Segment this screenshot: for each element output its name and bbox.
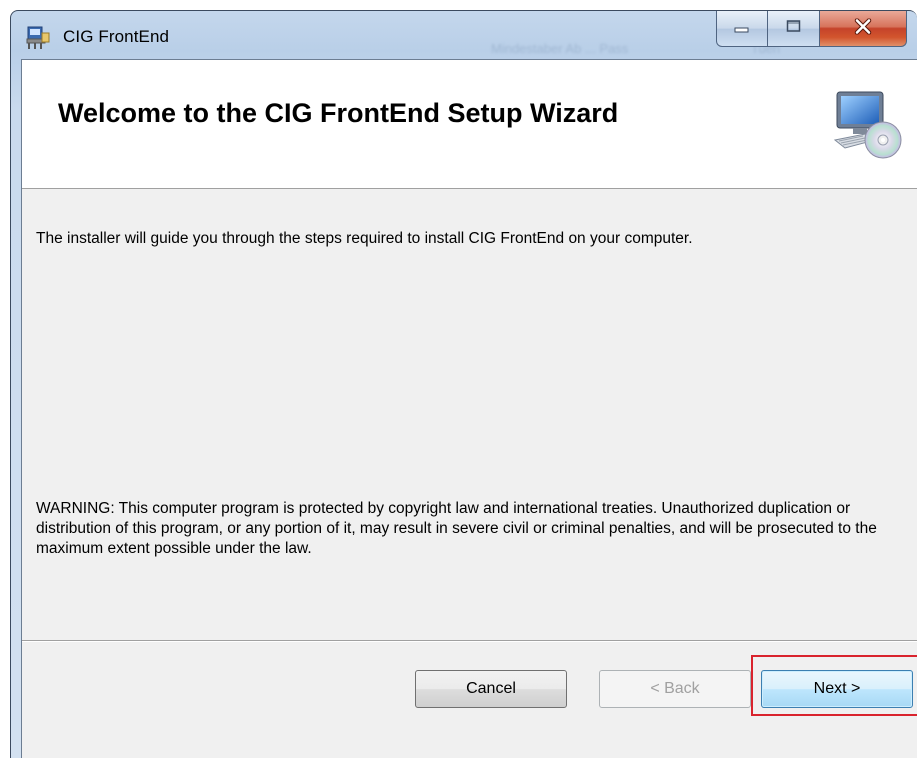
installer-window: CIG FrontEnd Mindestaber Ab ... Pass Tue…	[10, 10, 917, 758]
computer-with-cd-icon	[831, 90, 903, 162]
wizard-banner: Welcome to the CIG FrontEnd Setup Wizard	[22, 60, 917, 189]
window-title: CIG FrontEnd	[63, 27, 170, 46]
page-title: Welcome to the CIG FrontEnd Setup Wizard	[58, 98, 619, 128]
close-icon	[854, 17, 872, 39]
button-separator	[22, 640, 917, 642]
minimize-icon	[734, 20, 750, 38]
minimize-button[interactable]	[716, 11, 768, 47]
background-text: Mindestaber Ab ... Pass	[491, 41, 629, 56]
wizard-client-area: Welcome to the CIG FrontEnd Setup Wizard	[21, 59, 917, 758]
cancel-button[interactable]: Cancel	[415, 670, 567, 708]
title-bar[interactable]: CIG FrontEnd Mindestaber Ab ... Pass Tue…	[11, 11, 917, 59]
back-button[interactable]: < Back	[599, 670, 751, 708]
close-button[interactable]	[820, 11, 907, 47]
copyright-warning: WARNING: This computer program is protec…	[36, 500, 877, 557]
maximize-button[interactable]	[768, 11, 820, 47]
next-button[interactable]: Next >	[761, 670, 913, 708]
maximize-icon	[786, 19, 802, 38]
installer-app-icon	[25, 25, 51, 51]
intro-text: The installer will guide you through the…	[36, 230, 693, 247]
caption-buttons	[716, 11, 907, 49]
